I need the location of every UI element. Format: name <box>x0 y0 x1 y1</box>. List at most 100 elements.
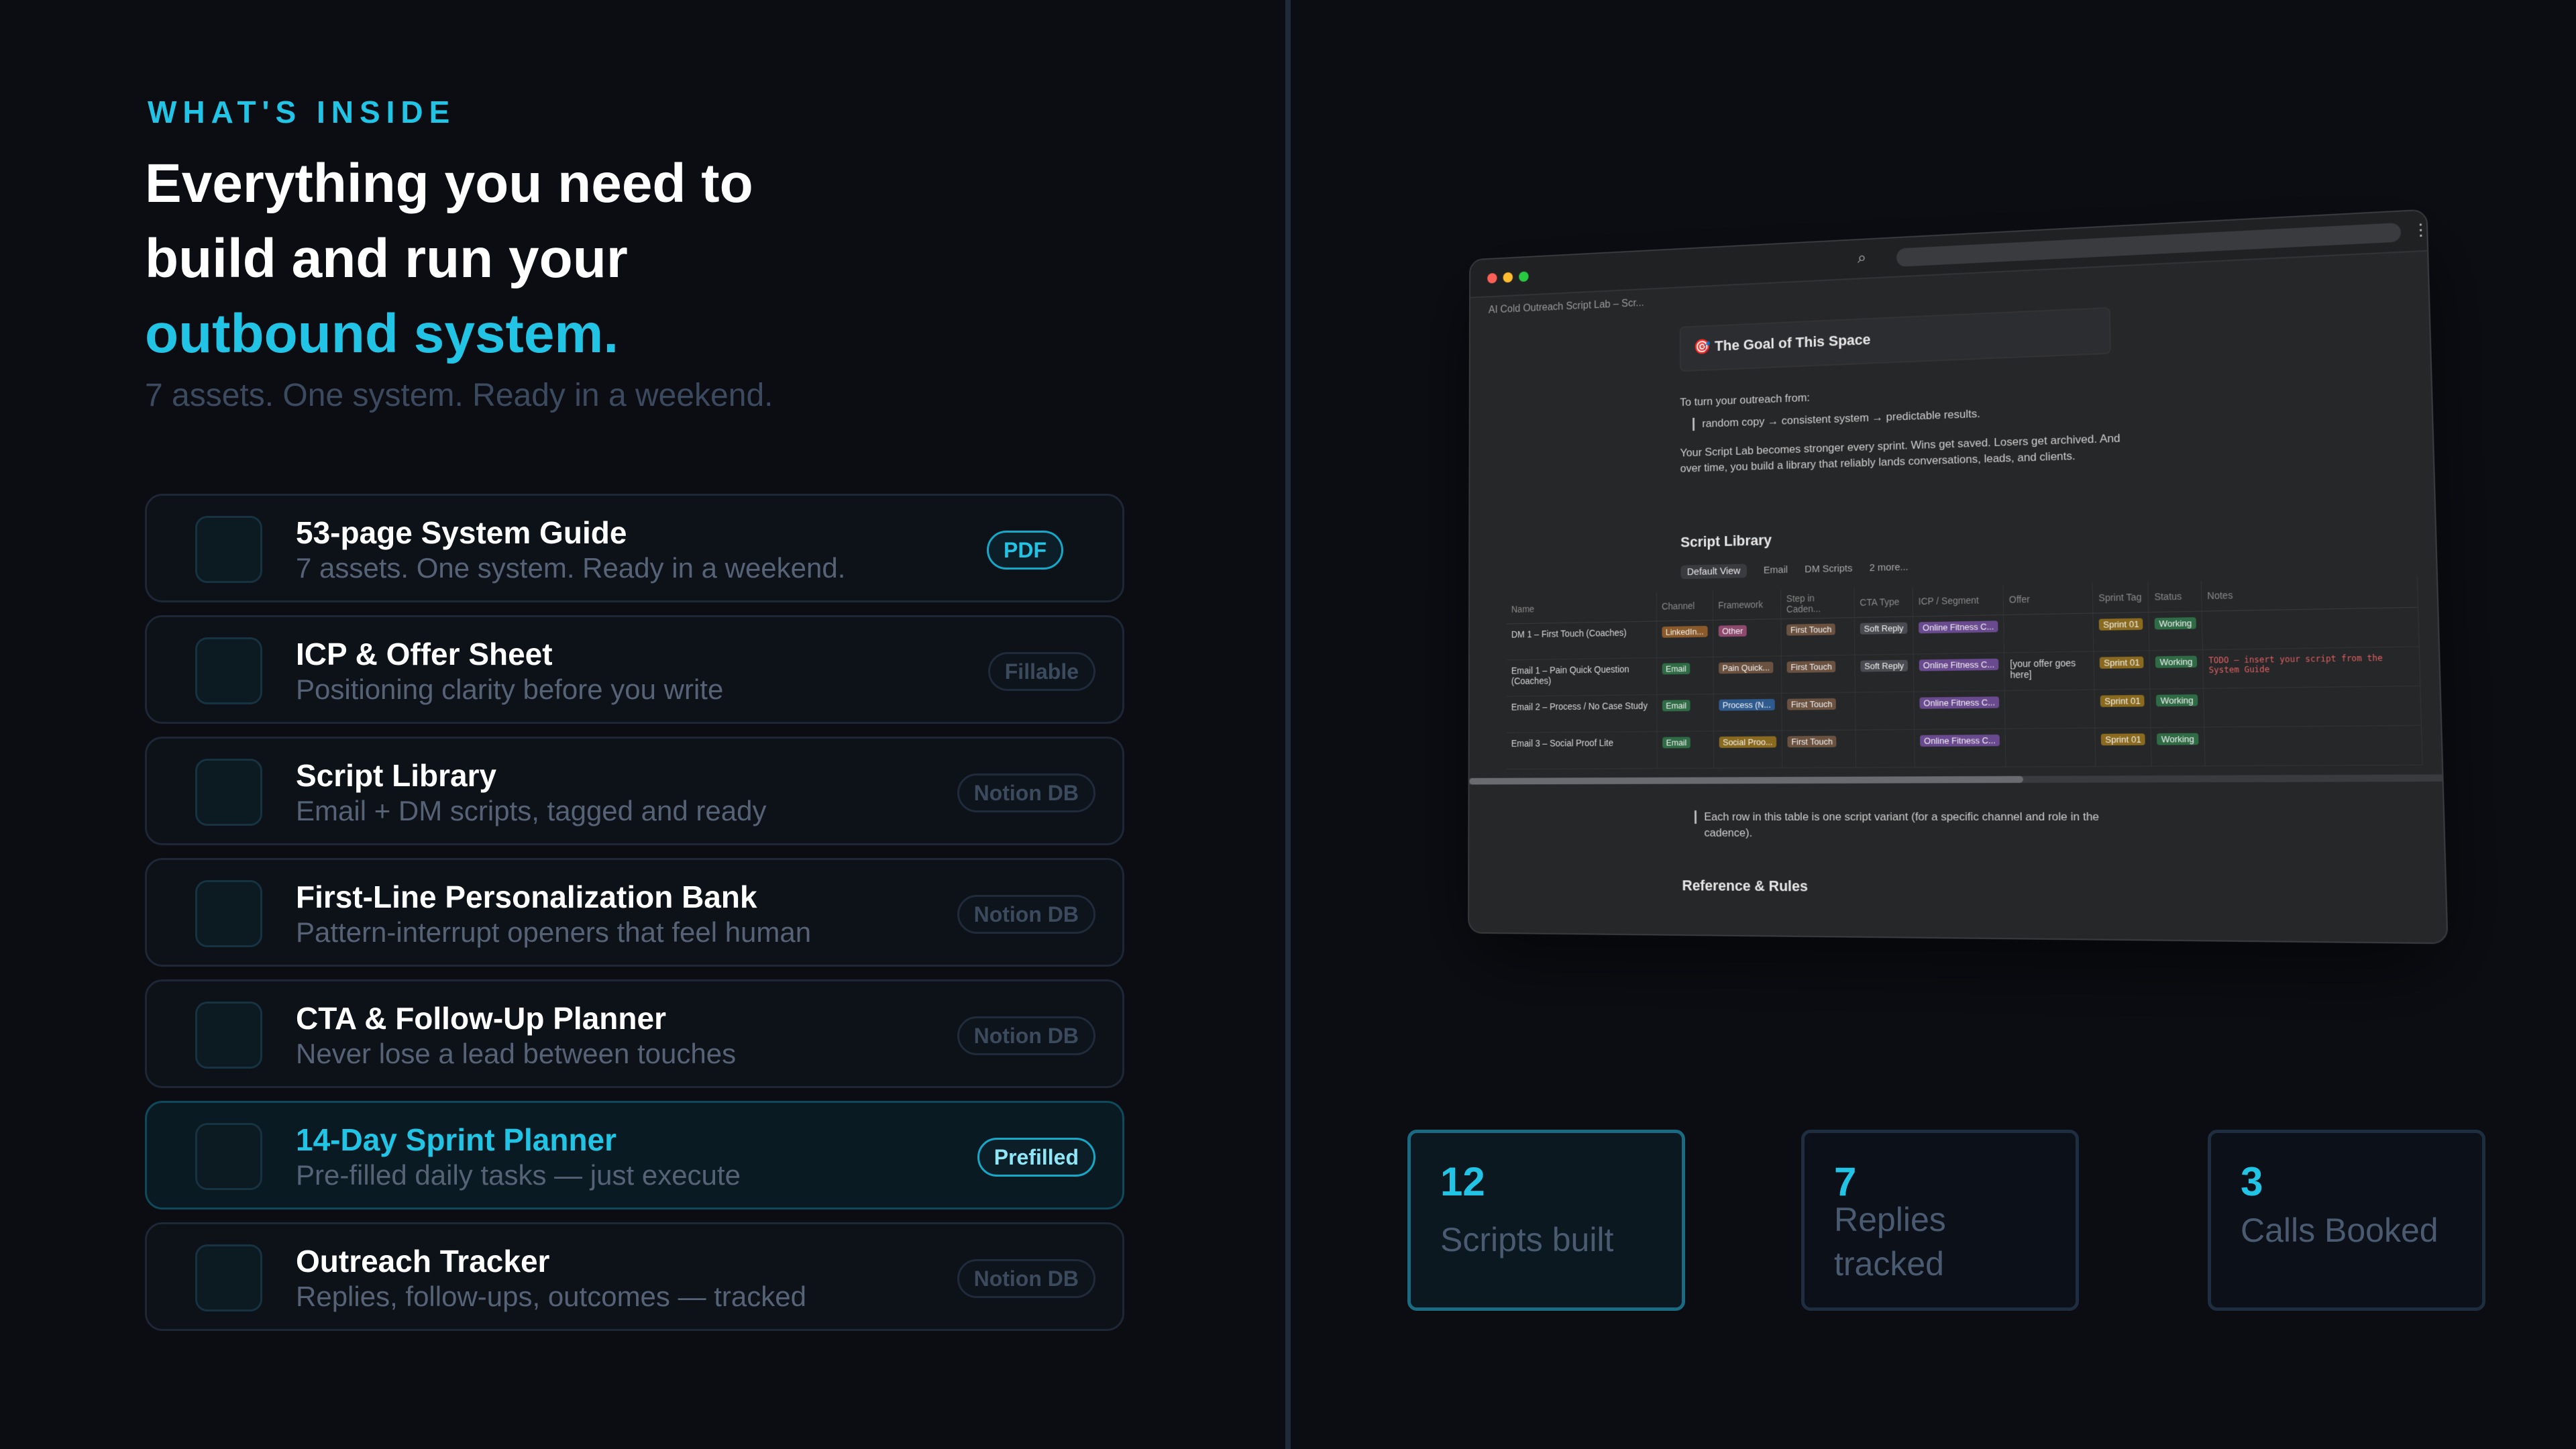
checkbox[interactable] <box>195 759 262 826</box>
step-tag: First Touch <box>1787 698 1836 710</box>
asset-card-outreach-tracker[interactable]: Outreach Tracker Replies, follow-ups, ou… <box>145 1222 1124 1331</box>
asset-card-personalization-bank[interactable]: First-Line Personalization Bank Pattern-… <box>145 858 1124 967</box>
icp-tag: Online Fitness C... <box>1919 659 1999 672</box>
asset-card-icp-offer-sheet[interactable]: ICP & Offer Sheet Positioning clarity be… <box>145 615 1124 724</box>
format-badge: PDF <box>987 531 1063 570</box>
channel-tag: Email <box>1662 737 1690 748</box>
column-header[interactable]: ICP / Segment <box>1913 585 2004 616</box>
stat-card-calls: 3 Calls Booked <box>2208 1130 2485 1311</box>
checkbox[interactable] <box>195 1123 262 1190</box>
column-header[interactable]: Sprint Tag <box>2092 582 2149 613</box>
tab-email[interactable]: Email <box>1764 564 1788 576</box>
script-table: Name Channel Framework Step in Caden... … <box>1506 576 2422 769</box>
row-name[interactable]: Email 1 – Pain Quick Question (Coaches) <box>1506 658 1656 696</box>
checkbox[interactable] <box>195 1244 262 1311</box>
intro-text: To turn your outreach from: <box>1680 391 1810 409</box>
footnote-line-2: cadence). <box>1704 826 1752 840</box>
asset-description: Email + DM scripts, tagged and ready <box>296 795 767 827</box>
asset-description: Replies, follow-ups, outcomes — tracked <box>296 1281 806 1313</box>
stat-label: Replies tracked <box>1834 1197 2062 1286</box>
subtitle: 7 assets. One system. Ready in a weekend… <box>145 377 773 414</box>
stat-label: Scripts built <box>1440 1218 1668 1262</box>
row-name[interactable]: DM 1 – First Touch (Coaches) <box>1506 621 1656 660</box>
format-badge: Prefilled <box>977 1138 1095 1177</box>
notes-cell[interactable]: TODO – insert your script from the Syste… <box>2202 647 2420 688</box>
asset-description: Pattern-interrupt openers that feel huma… <box>296 916 811 949</box>
step-tag: First Touch <box>1787 736 1836 747</box>
channel-tag: Email <box>1662 663 1690 674</box>
asset-title: Script Library <box>296 757 496 794</box>
eyebrow-label: WHAT'S INSIDE <box>148 94 455 130</box>
page-title: Everything you need to build and run you… <box>145 146 950 372</box>
view-tabs: Default View Email DM Scripts 2 more... <box>1680 561 1923 578</box>
asset-title: CTA & Follow-Up Planner <box>296 1000 666 1036</box>
sprint-tag: Sprint 01 <box>2100 657 2144 669</box>
tab-dm-scripts[interactable]: DM Scripts <box>1805 563 1852 575</box>
offer-cell[interactable] <box>2005 728 2096 767</box>
offer-cell[interactable] <box>2004 690 2095 729</box>
headline-accent: outbound system. <box>145 297 950 372</box>
asset-title: 53-page System Guide <box>296 515 627 551</box>
stat-label: Calls Booked <box>2241 1208 2469 1252</box>
step-tag: First Touch <box>1786 624 1835 636</box>
cta-cell[interactable] <box>1855 692 1914 730</box>
offer-cell[interactable] <box>2004 613 2094 653</box>
format-badge: Notion DB <box>957 1016 1095 1055</box>
format-badge: Fillable <box>988 652 1095 691</box>
format-badge: Notion DB <box>957 773 1095 812</box>
scrollbar-thumb[interactable] <box>1469 776 2023 785</box>
channel-tag: Email <box>1662 700 1690 711</box>
cta-cell[interactable] <box>1856 729 1915 767</box>
panel-divider <box>1285 0 1291 1449</box>
asset-list: 53-page System Guide 7 assets. One syste… <box>145 494 1124 1344</box>
headline-line-2: build and run your <box>145 221 950 297</box>
headline-line-1: Everything you need to <box>145 146 950 221</box>
script-library-heading: Script Library <box>1680 532 1772 551</box>
column-header[interactable]: Framework <box>1713 590 1781 621</box>
checkbox[interactable] <box>195 880 262 947</box>
asset-card-sprint-planner[interactable]: 14-Day Sprint Planner Pre-filled daily t… <box>145 1101 1124 1210</box>
framework-tag: Other <box>1718 625 1747 637</box>
left-panel: WHAT'S INSIDE Everything you need to bui… <box>0 0 1285 1449</box>
asset-card-system-guide[interactable]: 53-page System Guide 7 assets. One syste… <box>145 494 1124 602</box>
stat-card-replies: 7 Replies tracked <box>1801 1130 2079 1311</box>
asset-title: Outreach Tracker <box>296 1243 549 1279</box>
row-name[interactable]: Email 3 – Social Proof Lite <box>1506 731 1657 769</box>
icp-tag: Online Fitness C... <box>1920 735 2000 747</box>
framework-tag: Pain Quick... <box>1719 661 1774 674</box>
checkbox[interactable] <box>195 1002 262 1069</box>
notes-cell[interactable] <box>2203 686 2421 727</box>
table-row[interactable]: Email 3 – Social Proof Lite Email Social… <box>1506 725 2422 769</box>
column-header[interactable]: Name <box>1507 592 1657 624</box>
browser-tab[interactable]: AI Cold Outreach Script Lab – Scr... <box>1489 297 1644 316</box>
column-header[interactable]: CTA Type <box>1854 587 1913 618</box>
checkbox[interactable] <box>195 637 262 704</box>
search-icon[interactable]: ⌕ <box>1858 249 1866 268</box>
tab-more[interactable]: 2 more... <box>1870 561 1909 574</box>
asset-title: 14-Day Sprint Planner <box>296 1122 616 1158</box>
asset-description: Positioning clarity before you write <box>296 674 723 706</box>
asset-description: 7 assets. One system. Ready in a weekend… <box>296 552 845 584</box>
column-header[interactable]: Channel <box>1656 591 1713 621</box>
asset-card-cta-planner[interactable]: CTA & Follow-Up Planner Never lose a lea… <box>145 979 1124 1088</box>
sprint-tag: Sprint 01 <box>2101 733 2145 745</box>
notes-cell[interactable] <box>2202 607 2419 649</box>
row-name[interactable]: Email 2 – Process / No Case Study <box>1506 694 1656 733</box>
status-tag: Working <box>2156 694 2198 706</box>
checkbox[interactable] <box>195 516 262 583</box>
stat-card-scripts: 12 Scripts built <box>1407 1130 1685 1311</box>
status-tag: Working <box>2155 655 2197 667</box>
notes-cell[interactable] <box>2204 725 2422 765</box>
column-header[interactable]: Notes <box>2201 576 2418 611</box>
asset-card-script-library[interactable]: Script Library Email + DM scripts, tagge… <box>145 737 1124 845</box>
more-menu-icon[interactable]: ⋮ <box>2412 220 2429 241</box>
tab-default-view[interactable]: Default View <box>1680 564 1747 580</box>
asset-title: First-Line Personalization Bank <box>296 879 757 915</box>
sprint-tag: Sprint 01 <box>2100 695 2145 707</box>
column-header[interactable]: Step in Caden... <box>1781 588 1855 619</box>
column-header[interactable]: Offer <box>2003 583 2093 615</box>
asset-description: Pre-filled daily tasks — just execute <box>296 1159 741 1191</box>
column-header[interactable]: Status <box>2148 581 2202 612</box>
sprint-tag: Sprint 01 <box>2099 618 2143 630</box>
offer-cell[interactable]: [your offer goes here] <box>2004 651 2094 691</box>
